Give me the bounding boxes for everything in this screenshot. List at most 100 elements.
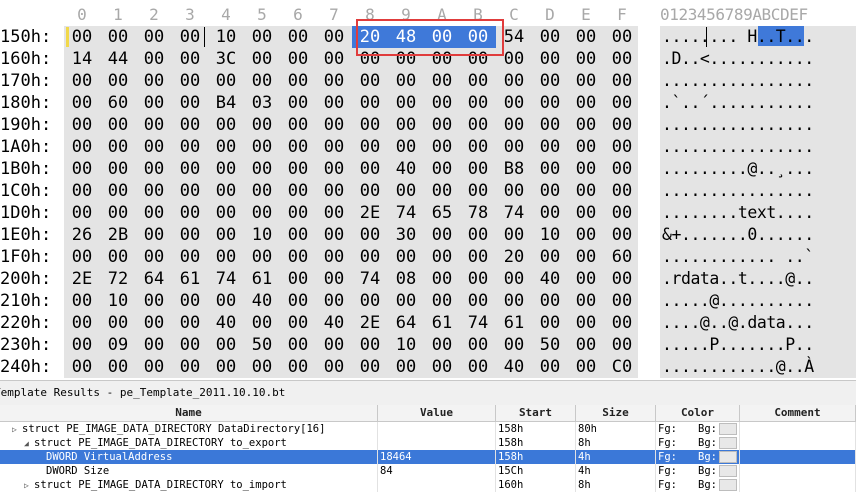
hex-byte[interactable]: 00	[316, 158, 352, 180]
hex-byte[interactable]: 00	[496, 180, 532, 202]
hex-byte[interactable]: 00	[172, 356, 208, 378]
hex-byte[interactable]: 00	[352, 290, 388, 312]
hex-byte[interactable]: 00	[136, 26, 172, 48]
hex-byte[interactable]: 00	[460, 158, 496, 180]
expand-arrow-icon[interactable]: ▷	[12, 423, 22, 436]
hex-byte[interactable]: 00	[532, 356, 568, 378]
hex-byte[interactable]: 00	[460, 290, 496, 312]
hex-byte[interactable]: 00	[460, 92, 496, 114]
hex-byte[interactable]: 00	[316, 136, 352, 158]
ascii-text[interactable]: ........ H..T...	[662, 26, 814, 48]
hex-byte[interactable]: 00	[280, 136, 316, 158]
hex-byte[interactable]: 00	[388, 290, 424, 312]
hex-byte[interactable]: 00	[208, 202, 244, 224]
hex-byte[interactable]: 00	[532, 312, 568, 334]
hex-byte[interactable]: 00	[460, 334, 496, 356]
hex-byte[interactable]: 00	[424, 114, 460, 136]
hex-byte[interactable]: 40	[496, 356, 532, 378]
hex-byte[interactable]: 00	[100, 114, 136, 136]
hex-byte[interactable]: 10	[208, 26, 244, 48]
hex-byte[interactable]: 00	[244, 246, 280, 268]
hex-byte[interactable]: 00	[496, 114, 532, 136]
ascii-text[interactable]: &+.......0......	[662, 224, 814, 246]
hex-byte[interactable]: 00	[244, 180, 280, 202]
cell-color[interactable]: Fg: Bg:	[656, 422, 740, 436]
hex-byte[interactable]: 00	[64, 136, 100, 158]
hex-byte[interactable]: 00	[280, 290, 316, 312]
hex-byte[interactable]: 00	[352, 180, 388, 202]
cell-color[interactable]: Fg: Bg:	[656, 436, 740, 450]
hex-byte[interactable]: 08	[388, 268, 424, 290]
hex-byte[interactable]: 00	[568, 92, 604, 114]
hex-byte[interactable]: 00	[496, 136, 532, 158]
hex-byte[interactable]: 00	[568, 312, 604, 334]
hex-byte[interactable]: 00	[460, 224, 496, 246]
hex-byte[interactable]: 10	[388, 334, 424, 356]
bg-color-swatch[interactable]	[718, 479, 737, 491]
hex-byte[interactable]: 00	[604, 312, 640, 334]
hex-byte[interactable]: 00	[136, 70, 172, 92]
ascii-text[interactable]: .....@..........	[662, 290, 814, 312]
hex-byte[interactable]: 00	[280, 26, 316, 48]
ascii-text[interactable]: .....P.......P..	[662, 334, 814, 356]
hex-byte[interactable]: 00	[208, 180, 244, 202]
hex-byte[interactable]: 00	[280, 114, 316, 136]
hex-byte[interactable]: 10	[532, 224, 568, 246]
hex-byte[interactable]: 00	[136, 158, 172, 180]
table-row[interactable]: ▷ struct PE_IMAGE_DATA_DIRECTORY to_impor…	[0, 478, 856, 492]
hex-byte[interactable]: 00	[208, 136, 244, 158]
hex-byte[interactable]: 00	[244, 26, 280, 48]
hex-byte[interactable]: 10	[100, 290, 136, 312]
hex-byte[interactable]: 00	[208, 334, 244, 356]
hex-byte[interactable]: 00	[388, 246, 424, 268]
hex-byte[interactable]: 00	[568, 290, 604, 312]
hex-byte[interactable]: 00	[100, 202, 136, 224]
hex-byte[interactable]: 44	[100, 48, 136, 70]
hex-byte[interactable]: 00	[424, 70, 460, 92]
hex-byte[interactable]: 60	[604, 246, 640, 268]
ascii-text[interactable]: ................	[662, 136, 814, 158]
hex-byte[interactable]: 00	[100, 246, 136, 268]
hex-byte[interactable]: 00	[532, 158, 568, 180]
hex-byte[interactable]: 40	[316, 312, 352, 334]
hex-byte[interactable]: 00	[208, 290, 244, 312]
hex-byte[interactable]: 00	[172, 246, 208, 268]
ascii-text[interactable]: .........@..¸...	[662, 158, 814, 180]
hex-byte[interactable]: B8	[496, 158, 532, 180]
hex-byte[interactable]: 00	[100, 26, 136, 48]
hex-byte[interactable]: 2E	[64, 268, 100, 290]
hex-byte[interactable]: B4	[208, 92, 244, 114]
hex-byte[interactable]: 00	[568, 202, 604, 224]
hex-byte[interactable]: 00	[532, 202, 568, 224]
hex-byte[interactable]: 2B	[100, 224, 136, 246]
hex-byte[interactable]: 00	[316, 70, 352, 92]
hex-byte[interactable]: 74	[352, 268, 388, 290]
hex-byte[interactable]: 00	[280, 312, 316, 334]
hex-byte[interactable]: 00	[388, 356, 424, 378]
hex-byte[interactable]: 00	[280, 48, 316, 70]
hex-byte[interactable]: 00	[424, 136, 460, 158]
column-header-value[interactable]: Value	[378, 405, 496, 421]
hex-byte[interactable]: 00	[460, 136, 496, 158]
hex-byte[interactable]: 00	[244, 202, 280, 224]
hex-byte[interactable]: 00	[604, 334, 640, 356]
column-header-color[interactable]: Color	[656, 405, 740, 421]
hex-byte[interactable]: 2E	[352, 202, 388, 224]
hex-byte[interactable]: 00	[604, 224, 640, 246]
hex-byte[interactable]: 00	[352, 334, 388, 356]
hex-byte[interactable]: 00	[64, 312, 100, 334]
hex-byte[interactable]: 00	[280, 202, 316, 224]
bg-color-swatch[interactable]	[718, 451, 737, 463]
hex-byte[interactable]: 14	[64, 48, 100, 70]
hex-byte[interactable]: 00	[604, 114, 640, 136]
ascii-text[interactable]: ............@..À	[662, 356, 814, 378]
hex-byte[interactable]: 00	[64, 70, 100, 92]
hex-byte[interactable]: 00	[316, 92, 352, 114]
hex-byte[interactable]: 00	[388, 180, 424, 202]
hex-byte[interactable]: 00	[172, 224, 208, 246]
hex-byte[interactable]: 00	[352, 246, 388, 268]
hex-byte[interactable]: 00	[460, 70, 496, 92]
hex-byte[interactable]: 00	[280, 224, 316, 246]
hex-byte[interactable]: 09	[100, 334, 136, 356]
hex-byte[interactable]: 00	[172, 202, 208, 224]
